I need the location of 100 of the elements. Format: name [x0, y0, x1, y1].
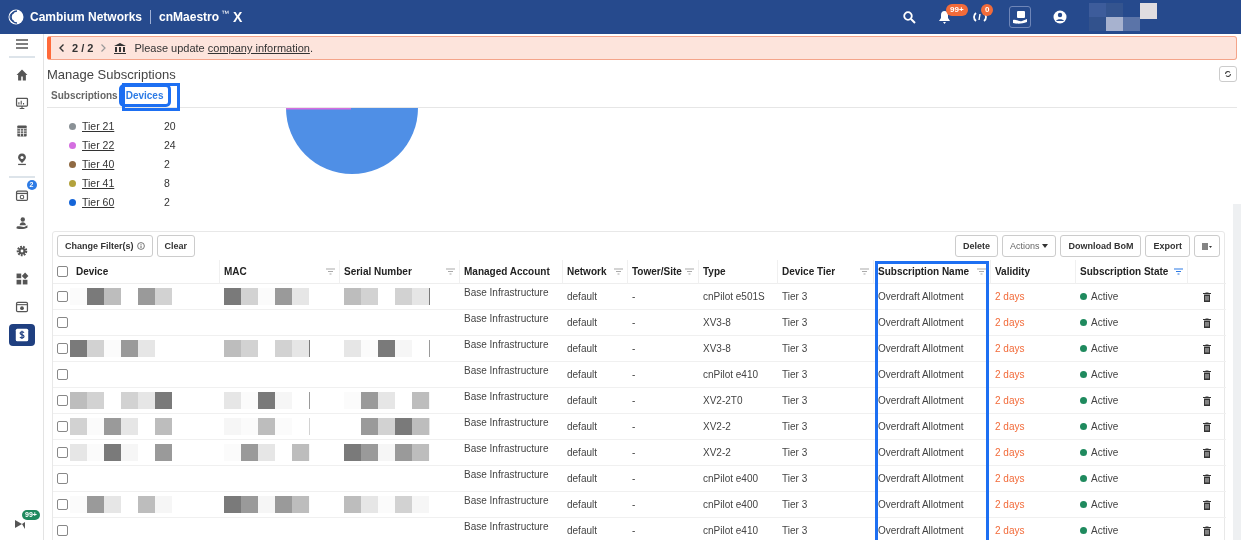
table-cell: XV2-2	[703, 421, 731, 432]
row-checkbox[interactable]	[57, 343, 68, 354]
table-cell: default	[567, 447, 598, 458]
row-checkbox[interactable]	[57, 447, 68, 458]
monitor-icon	[14, 96, 29, 110]
legend-count: 24	[164, 139, 176, 151]
legend-label[interactable]: Tier 41	[82, 177, 164, 189]
table-cell: cnPilot e501S	[703, 291, 765, 302]
table-cell: -	[632, 499, 636, 510]
table-cell: Base Infrastructure	[464, 443, 549, 454]
status-text: Active	[1091, 525, 1119, 536]
trash-icon[interactable]	[1203, 421, 1211, 432]
table-cell: 2 days	[995, 447, 1025, 458]
row-checkbox[interactable]	[57, 525, 68, 536]
table-cell: default	[567, 369, 598, 380]
delete-button[interactable]: Delete	[954, 235, 998, 257]
legend-label[interactable]: Tier 21	[82, 120, 164, 132]
trash-icon[interactable]	[1203, 499, 1211, 510]
filter-icon[interactable]	[1174, 268, 1183, 275]
row-checkbox[interactable]	[57, 473, 68, 484]
sidebar-item[interactable]	[8, 324, 35, 346]
row-checkbox[interactable]	[57, 395, 68, 406]
device-hand-button[interactable]	[1009, 6, 1031, 28]
settings-icon	[14, 244, 29, 258]
column-header[interactable]: MAC	[224, 266, 247, 277]
download-bom-button[interactable]: Download BoM	[1060, 235, 1142, 257]
sync-icon[interactable]	[973, 10, 987, 24]
trash-icon[interactable]	[1203, 395, 1211, 406]
bank-icon	[114, 42, 127, 54]
table-cell: -	[632, 447, 636, 458]
trash-icon[interactable]	[1203, 343, 1211, 354]
column-header[interactable]: Validity	[995, 266, 1030, 277]
column-header[interactable]: Device Tier	[782, 266, 836, 277]
export-button[interactable]: Export	[1145, 235, 1190, 257]
menu-icon[interactable]	[14, 38, 29, 50]
table-cell: Overdraft Allotment	[878, 525, 964, 536]
table-cell: Overdraft Allotment	[878, 473, 964, 484]
row-checkbox[interactable]	[57, 421, 68, 432]
trash-icon[interactable]	[1203, 525, 1211, 536]
status-dot-icon	[1080, 423, 1087, 430]
table-cell: Tier 3	[782, 499, 808, 510]
table-cell: Tier 3	[782, 291, 808, 302]
row-checkbox[interactable]	[57, 369, 68, 380]
row-checkbox[interactable]	[57, 291, 68, 302]
column-header[interactable]: Subscription Name	[878, 266, 970, 277]
tab[interactable]: Subscriptions	[47, 87, 122, 104]
legend-label[interactable]: Tier 22	[82, 139, 164, 151]
actions-dropdown[interactable]: Actions	[1001, 235, 1057, 257]
table-cell: 2 days	[995, 395, 1025, 406]
divider-line	[150, 10, 152, 24]
status-dot-icon	[1080, 345, 1087, 352]
status-text: Active	[1091, 421, 1119, 432]
column-chooser-button[interactable]	[1194, 235, 1220, 257]
refresh-button[interactable]	[1219, 66, 1237, 82]
brand-name: Cambium Networks	[30, 10, 143, 24]
column-header[interactable]: Serial Number	[344, 266, 412, 277]
table-cell: default	[567, 473, 598, 484]
table-cell: 2 days	[995, 525, 1025, 536]
trash-icon[interactable]	[1203, 447, 1211, 458]
table-cell: default	[567, 421, 598, 432]
table-cell: 2 days	[995, 343, 1025, 354]
megaphone-icon[interactable]	[14, 518, 26, 530]
column-header[interactable]: Managed Account	[464, 266, 550, 277]
row-checkbox[interactable]	[57, 317, 68, 328]
tab[interactable]: Devices	[121, 87, 168, 104]
trash-icon[interactable]	[1203, 369, 1211, 380]
column-header[interactable]: Network	[567, 266, 607, 277]
grid-icon	[14, 272, 29, 286]
row-checkbox[interactable]	[57, 499, 68, 510]
table-cell: Tier 3	[782, 447, 808, 458]
column-header[interactable]: Subscription State	[1080, 266, 1169, 277]
table-cell: default	[567, 525, 598, 536]
legend-label[interactable]: Tier 40	[82, 158, 164, 170]
search-icon[interactable]	[903, 10, 916, 24]
dollar-icon	[14, 328, 29, 342]
table-cell: XV3-8	[703, 317, 731, 328]
company-info-link[interactable]: company information	[207, 42, 310, 54]
logo-icon	[8, 9, 24, 25]
select-all-checkbox[interactable]	[57, 266, 68, 277]
table-cell: Tier 3	[782, 473, 808, 484]
table-cell: Overdraft Allotment	[878, 447, 964, 458]
trash-icon[interactable]	[1203, 473, 1211, 484]
column-header[interactable]: Tower/Site	[632, 266, 682, 277]
column-header[interactable]: Device	[76, 266, 109, 277]
table-cell: XV3-8	[703, 343, 731, 354]
table-cell: -	[632, 369, 636, 380]
user-icon[interactable]	[1053, 10, 1067, 24]
clear-button[interactable]: Clear	[156, 235, 196, 257]
trash-icon[interactable]	[1203, 291, 1211, 302]
table-cell: cnPilot e410	[703, 525, 759, 536]
status-text: Active	[1091, 317, 1119, 328]
bell-icon[interactable]	[938, 10, 951, 24]
camera-icon	[14, 300, 29, 314]
column-header[interactable]: Type	[703, 266, 726, 277]
legend-label[interactable]: Tier 60	[82, 196, 164, 208]
table-cell: Base Infrastructure	[464, 287, 549, 298]
trash-icon[interactable]	[1203, 317, 1211, 328]
table-cell: default	[567, 317, 598, 328]
change-filters-button[interactable]: Change Filter(s)	[57, 235, 153, 257]
previous-icon[interactable]	[59, 44, 64, 52]
